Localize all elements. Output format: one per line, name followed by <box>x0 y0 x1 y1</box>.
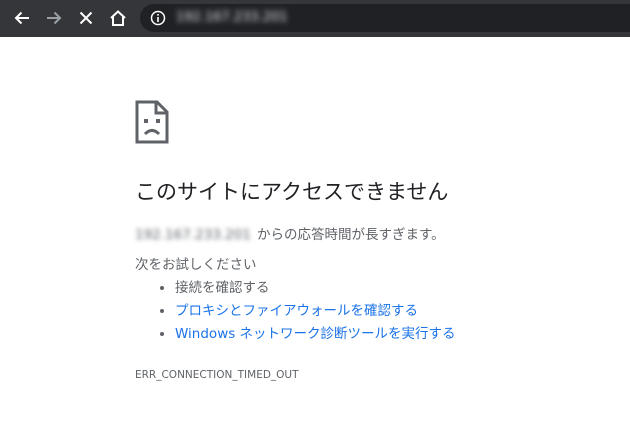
forward-button[interactable] <box>42 6 66 30</box>
host-name: 192.167.233.201 <box>135 227 251 243</box>
info-icon <box>150 10 166 26</box>
suggestion-check-proxy: プロキシとファイアウォールを確認する <box>175 300 456 323</box>
browser-toolbar: 192.167.233.201 <box>0 0 630 37</box>
suggestions-list: 接続を確認する プロキシとファイアウォールを確認する Windows ネットワー… <box>135 277 456 346</box>
error-title: このサイトにアクセスできません <box>135 180 449 204</box>
run-network-diagnostics-link[interactable]: Windows ネットワーク診断ツールを実行する <box>175 326 456 342</box>
arrow-right-icon <box>47 11 62 25</box>
close-icon <box>79 11 93 25</box>
site-info-button[interactable] <box>148 8 168 28</box>
stop-loading-button[interactable] <box>74 6 98 30</box>
home-icon <box>110 10 126 26</box>
address-bar[interactable]: 192.167.233.201 <box>140 4 630 32</box>
sad-document-icon <box>135 100 169 144</box>
url-text[interactable]: 192.167.233.201 <box>176 9 288 27</box>
error-page: このサイトにアクセスできません 192.167.233.201 からの応答時間が長… <box>0 37 630 427</box>
error-code: ERR_CONNECTION_TIMED_OUT <box>135 369 299 381</box>
error-summary: 192.167.233.201 からの応答時間が長すぎます。 <box>135 225 445 245</box>
suggestion-text: 接続を確認する <box>175 280 270 296</box>
back-button[interactable] <box>10 6 34 30</box>
home-button[interactable] <box>106 6 130 30</box>
check-proxy-firewall-link[interactable]: プロキシとファイアウォールを確認する <box>175 303 418 319</box>
arrow-left-icon <box>14 11 29 25</box>
suggestion-run-diagnostics: Windows ネットワーク診断ツールを実行する <box>175 323 456 346</box>
suggestion-check-connection: 接続を確認する <box>175 277 456 300</box>
suggestions-label: 次をお試しください <box>135 257 257 273</box>
error-summary-text: からの応答時間が長すぎます。 <box>256 227 445 243</box>
